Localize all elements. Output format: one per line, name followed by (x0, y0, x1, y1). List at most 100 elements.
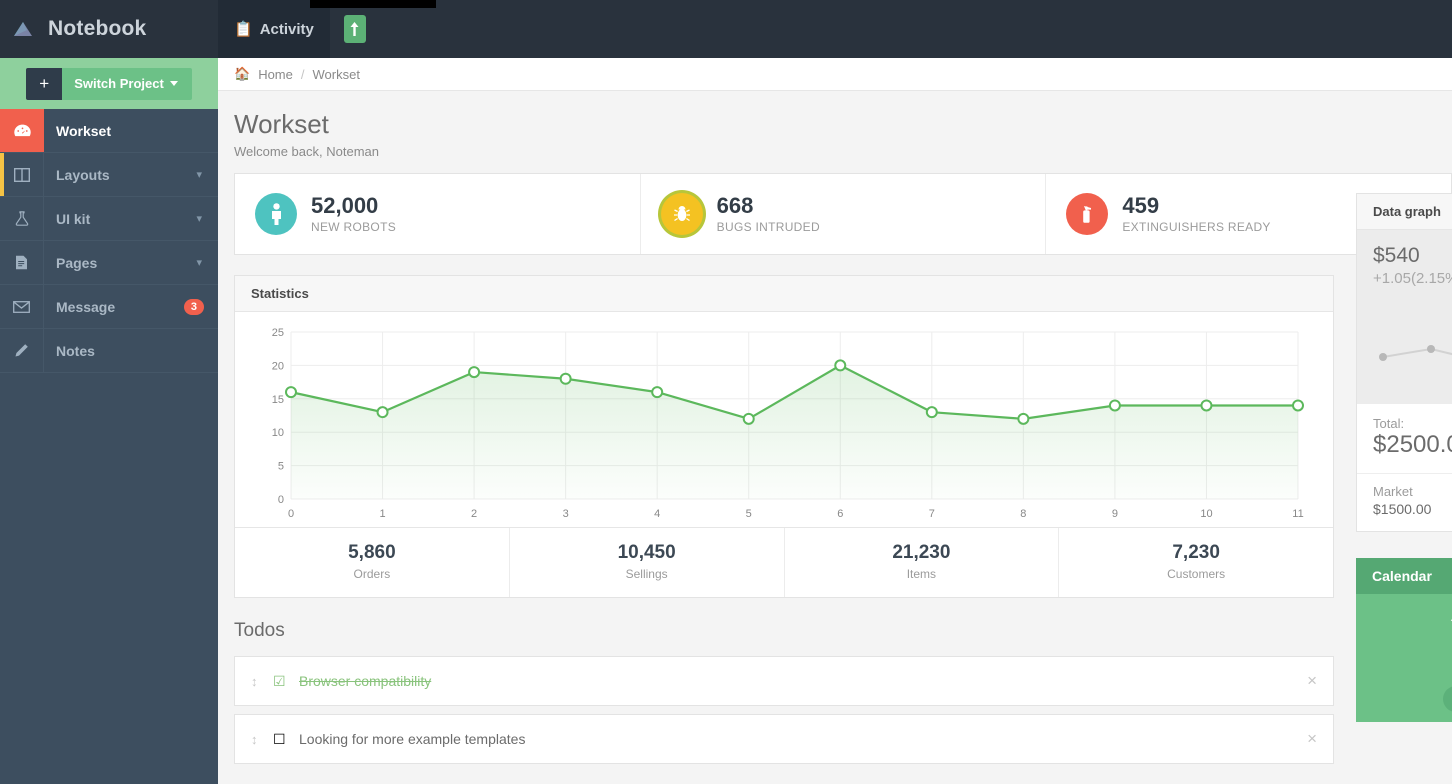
switch-project-label: Switch Project (74, 76, 164, 91)
sidebar-item-workset[interactable]: Workset (0, 109, 218, 153)
footer-stat-value: 5,860 (235, 542, 509, 564)
svg-text:6: 6 (837, 508, 843, 520)
statistics-title: Statistics (251, 286, 309, 301)
statistics-panel-header: Statistics (235, 276, 1333, 312)
close-icon[interactable]: × (1307, 671, 1317, 691)
sidebar-item-layouts[interactable]: Layouts ▾ (0, 153, 218, 197)
svg-text:1: 1 (379, 508, 385, 520)
data-graph-header: Data graph (1357, 194, 1452, 230)
line-chart-svg: 051015202501234567891011 (261, 322, 1306, 527)
data-graph-delta: +1.05(2.15%) (1373, 270, 1452, 287)
footer-stat-value: 10,450 (510, 542, 784, 564)
pin-up-arrow-icon[interactable] (344, 15, 366, 43)
statistics-panel: Statistics 051015202501234567891011 5,86… (234, 275, 1334, 598)
todo-item-example-templates[interactable]: ↕ ☐ Looking for more example templates × (234, 714, 1334, 764)
sidebar-accent (0, 285, 4, 328)
svg-text:4: 4 (654, 508, 660, 520)
sidebar-item-pages-label: Pages (44, 255, 196, 271)
sidebar-item-message[interactable]: Message 3 (0, 285, 218, 329)
switch-project-label-wrap[interactable]: Switch Project (62, 68, 192, 100)
svg-text:10: 10 (272, 427, 284, 439)
footer-stat-label: Items (785, 567, 1059, 581)
svg-text:5: 5 (278, 461, 284, 473)
sidebar-item-notes[interactable]: Notes (0, 329, 218, 373)
calendar-date-selected: 8 (1443, 686, 1452, 712)
activity-list-icon: 📋 (234, 20, 253, 38)
sidebar-accent (0, 329, 4, 372)
sidebar-accent (0, 241, 4, 284)
stat-card-bugs-intruded: 668 BUGS INTRUDED (641, 174, 1047, 254)
svg-text:2: 2 (471, 508, 477, 520)
svg-text:0: 0 (288, 508, 294, 520)
navbar-extra (330, 0, 380, 58)
data-graph-market: Market $1500.00 (1357, 473, 1452, 531)
stat-value: 668 (717, 194, 820, 218)
content-main-column: 52,000 NEW ROBOTS 668 BUGS INTRUDED (234, 173, 1334, 772)
calendar-day-of-week: S (1356, 636, 1452, 659)
svg-text:0: 0 (278, 494, 284, 506)
data-graph-price: $540 (1373, 244, 1452, 268)
plus-icon[interactable]: + (26, 68, 62, 100)
chevron-down-icon: ▾ (196, 212, 218, 225)
footer-stat-value: 21,230 (785, 542, 1059, 564)
stat-value: 459 (1122, 194, 1270, 218)
data-graph-panel: Data graph $540 +1.05(2.15%) (1356, 193, 1452, 532)
cloud-logo-icon (12, 18, 38, 40)
todo-item-browser-compatibility[interactable]: ↕ ☑ Browser compatibility × (234, 656, 1334, 706)
fire-extinguisher-icon (1066, 193, 1108, 235)
data-graph-title: Data graph (1373, 204, 1441, 219)
right-rail: Data graph $540 +1.05(2.15%) (1356, 173, 1452, 772)
caret-down-icon (170, 81, 178, 86)
chevron-down-icon: ▾ (196, 256, 218, 269)
footer-stat-value: 7,230 (1059, 542, 1333, 564)
page-subtitle: Welcome back, Noteman (234, 144, 1436, 159)
stat-value: 52,000 (311, 194, 396, 218)
home-icon: 🏠 (234, 66, 250, 82)
close-icon[interactable]: × (1307, 729, 1317, 749)
switch-project-bar: + Switch Project (0, 58, 218, 109)
sidebar-item-pages[interactable]: Pages ▾ (0, 241, 218, 285)
calendar-body: ← S 1 8 (1356, 594, 1452, 722)
envelope-icon (0, 285, 44, 328)
svg-text:15: 15 (272, 394, 284, 406)
breadcrumb-current: Workset (313, 67, 360, 82)
page-title: Workset (234, 109, 1436, 140)
checkbox-empty-icon[interactable]: ☐ (273, 731, 299, 748)
svg-text:5: 5 (746, 508, 752, 520)
switch-project-button[interactable]: + Switch Project (26, 68, 192, 100)
stat-card-text: 52,000 NEW ROBOTS (311, 194, 396, 234)
breadcrumb-home[interactable]: Home (258, 67, 293, 82)
sidebar-item-ui-kit-label: UI kit (44, 211, 196, 227)
checkbox-checked-icon[interactable]: ☑ (273, 673, 299, 690)
sparkline-chart (1373, 309, 1452, 379)
dashboard-page: Notebook 📋 Activity + Switch Project (0, 0, 1452, 784)
footer-stat-items: 21,230 Items (785, 528, 1060, 597)
calendar-date-2[interactable]: 8 (1356, 686, 1452, 722)
tab-activity[interactable]: 📋 Activity (218, 0, 330, 58)
calendar-header: Calendar (1356, 558, 1452, 594)
data-graph-market-value: $1500.00 (1373, 501, 1452, 517)
file-document-icon (0, 241, 44, 284)
stat-card-text: 668 BUGS INTRUDED (717, 194, 820, 234)
calendar-date-1[interactable]: 1 (1356, 659, 1452, 686)
brand[interactable]: Notebook (0, 0, 218, 58)
svg-text:10: 10 (1200, 508, 1212, 520)
calendar-title: Calendar (1372, 568, 1432, 584)
message-badge: 3 (184, 299, 204, 315)
statistics-chart: 051015202501234567891011 (235, 312, 1333, 527)
footer-stat-label: Customers (1059, 567, 1333, 581)
stat-caption: EXTINGUISHERS READY (1122, 220, 1270, 234)
drag-handle-icon[interactable]: ↕ (251, 732, 273, 747)
bug-icon (661, 193, 703, 235)
drag-handle-icon[interactable]: ↕ (251, 674, 273, 689)
footer-stat-customers: 7,230 Customers (1059, 528, 1333, 597)
sidebar-item-ui-kit[interactable]: UI kit ▾ (0, 197, 218, 241)
arrow-left-icon[interactable]: ← (1356, 604, 1452, 636)
breadcrumb-separator: / (301, 67, 305, 82)
top-black-strip (310, 0, 436, 8)
person-icon (255, 193, 297, 235)
footer-stat-label: Orders (235, 567, 509, 581)
dashboard-gauge-icon (0, 109, 44, 152)
data-graph-total-value: $2500.00 (1373, 431, 1452, 459)
main-content: 🏠 Home / Workset Workset Welcome back, N… (218, 58, 1452, 784)
